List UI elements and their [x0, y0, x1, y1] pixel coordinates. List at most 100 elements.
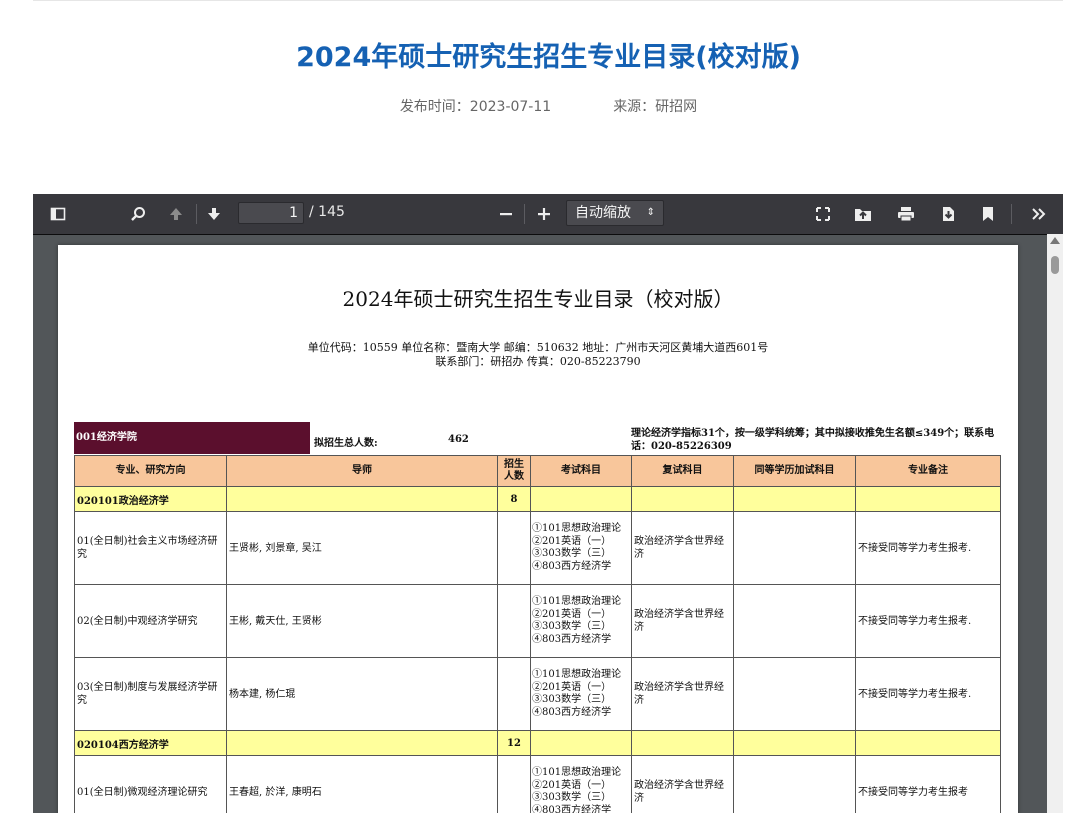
page-number-input[interactable]: 1	[238, 202, 304, 224]
exam-subject: ④803西方经济学	[532, 706, 612, 718]
enrollment-count: 8	[497, 486, 531, 512]
direction-row: 01(全日制)社会主义市场经济研究 王贤彬, 刘景章, 吴江 ①101思想政治理论 ②…	[74, 511, 1001, 585]
major-name: 020104西方经济学	[74, 730, 227, 756]
tutor-cell	[226, 730, 498, 756]
publish-time: 发布时间：2023-07-11	[399, 99, 552, 115]
vertical-scrollbar[interactable]	[1047, 234, 1063, 813]
exam-subject: ①101思想政治理论	[532, 523, 622, 534]
zoom-value: 自动缩放	[575, 205, 631, 221]
open-file-icon[interactable]	[850, 202, 876, 226]
program-remark: 不接受同等学力考生报考.	[855, 584, 1001, 658]
research-direction: 03(全日制)制度与发展经济学研究	[74, 657, 227, 731]
presentation-mode-icon[interactable]	[810, 202, 836, 226]
extra-exam-subject	[733, 584, 856, 658]
retest-subject: 政治经济学含世界经济	[631, 584, 734, 658]
exam-subject: ③303数学（三）	[532, 694, 612, 705]
research-direction: 02(全日制)中观经济学研究	[74, 584, 227, 658]
enrollment-count	[497, 584, 531, 658]
search-icon[interactable]	[125, 202, 151, 226]
tutors: 王贤彬, 刘景章, 吴江	[226, 511, 498, 585]
print-icon[interactable]	[893, 202, 919, 226]
pdf-page: 2024年硕士研究生招生专业目录（校对版） 单位代码：10559 单位名称：暨南…	[58, 245, 1018, 813]
article-source: 来源：研招网	[613, 99, 698, 115]
program-remark: 不接受同等学力考生报考.	[855, 511, 1001, 585]
exam-subject: ④803西方经济学	[532, 804, 612, 813]
scroll-thumb[interactable]	[1051, 256, 1059, 274]
retest-cell	[631, 486, 734, 512]
zoom-in-icon[interactable]	[531, 202, 557, 226]
retest-subject: 政治经济学含世界经济	[631, 657, 734, 731]
page-count: / 145	[309, 204, 345, 220]
extra-exam-subject	[733, 755, 856, 813]
enrollment-count	[497, 657, 531, 731]
exam-subject: ②201英语（一）	[532, 779, 612, 791]
exam-subjects: ①101思想政治理论 ②201英语（一） ③303数学（三） ④803西方经济学	[530, 511, 632, 585]
top-divider	[33, 0, 1063, 1]
toolbar-separator	[1011, 204, 1012, 224]
previous-page-icon[interactable]	[163, 202, 189, 226]
header-cell: 招生人数	[497, 455, 531, 487]
zoom-out-icon[interactable]	[493, 202, 519, 226]
exam-subject: ①101思想政治理论	[532, 669, 622, 680]
exam-subject: ③303数学（三）	[532, 792, 612, 803]
scroll-up-arrow-icon[interactable]	[1050, 237, 1060, 244]
enrollment-total-value: 462	[448, 434, 469, 445]
toolbar-separator	[524, 204, 525, 224]
tutors: 王彬, 戴天仕, 王贤彬	[226, 584, 498, 658]
zoom-select[interactable]: 自动缩放 ⇕	[566, 200, 664, 226]
exam-subject: ④803西方经济学	[532, 633, 612, 645]
header-cell: 导师	[226, 455, 498, 487]
extra-exam-subject	[733, 657, 856, 731]
retest-subject: 政治经济学含世界经济	[631, 755, 734, 813]
exam-subject: ④803西方经济学	[532, 560, 612, 572]
next-page-icon[interactable]	[201, 202, 227, 226]
research-direction: 01(全日制)微观经济理论研究	[74, 755, 227, 813]
tutor-cell	[226, 486, 498, 512]
exam-subjects: ①101思想政治理论 ②201英语（一） ③303数学（三） ④803西方经济学	[530, 657, 632, 731]
major-row: 020101政治经济学 8	[74, 486, 1001, 512]
major-name: 020101政治经济学	[74, 486, 227, 512]
document-title: 2024年硕士研究生招生专业目录（校对版）	[342, 287, 734, 311]
exam-subject: ②201英语（一）	[532, 608, 612, 620]
pdf-toolbar: 1 / 145 自动缩放 ⇕	[33, 194, 1063, 234]
exam-subjects: ①101思想政治理论 ②201英语（一） ③303数学（三） ④803西方经济学	[530, 584, 632, 658]
chevron-updown-icon: ⇕	[646, 207, 655, 218]
college-note: 理论经济学指标31个，按一级学科统筹；其中拟接收推免生名额≤349个；联系电话：…	[631, 428, 995, 452]
pdf-viewer: 1 / 145 自动缩放 ⇕ 2024年硕士研究生招生专业目录（校对版） 单位代…	[33, 194, 1063, 813]
article-title: 2024年硕士研究生招生专业目录(校对版)	[296, 42, 801, 73]
header-cell: 同等学历加试科目	[733, 455, 856, 487]
header-cell: 考试科目	[530, 455, 632, 487]
tutors: 杨本建, 杨仁琨	[226, 657, 498, 731]
bookmark-icon[interactable]	[975, 202, 1001, 226]
exam-subject: ②201英语（一）	[532, 681, 612, 693]
direction-row: 02(全日制)中观经济学研究 王彬, 戴天仕, 王贤彬 ①101思想政治理论 ②201…	[74, 584, 1001, 658]
exam-subject: ①101思想政治理论	[532, 596, 622, 607]
exam-subjects: ①101思想政治理论 ②201英语（一） ③303数学（三） ④803西方经济学	[530, 755, 632, 813]
college-label: 001经济学院	[74, 422, 310, 454]
toolbar-separator	[196, 204, 197, 224]
exam-subject: ①101思想政治理论	[532, 767, 622, 778]
table-header-row: 专业、研究方向 导师 招生人数 考试科目 复试科目 同等学历加试科目 专业备注	[74, 455, 1001, 487]
extra-exam-cell	[733, 486, 856, 512]
enrollment-count	[497, 755, 531, 813]
remark-cell	[855, 730, 1001, 756]
download-icon[interactable]	[935, 202, 961, 226]
article-meta: 发布时间：2023-07-11 来源：研招网	[0, 96, 1080, 116]
extra-exam-subject	[733, 511, 856, 585]
enrollment-total-label: 拟招生总人数:	[314, 438, 378, 449]
exam-cell	[530, 486, 632, 512]
retest-cell	[631, 730, 734, 756]
program-table: 专业、研究方向 导师 招生人数 考试科目 复试科目 同等学历加试科目 专业备注 …	[74, 455, 1001, 813]
header-cell: 专业备注	[855, 455, 1001, 487]
document-info: 单位代码：10559 单位名称：暨南大学 邮编：510632 地址：广州市天河区…	[58, 341, 1018, 369]
retest-subject: 政治经济学含世界经济	[631, 511, 734, 585]
header-cell: 复试科目	[631, 455, 734, 487]
exam-cell	[530, 730, 632, 756]
tools-icon[interactable]	[1026, 202, 1052, 226]
remark-cell	[855, 486, 1001, 512]
header-cell: 专业、研究方向	[74, 455, 227, 487]
enrollment-count	[497, 511, 531, 585]
document-info-line: 单位代码：10559 单位名称：暨南大学 邮编：510632 地址：广州市天河区…	[307, 341, 769, 354]
major-row: 020104西方经济学 12	[74, 730, 1001, 756]
sidebar-toggle-icon[interactable]	[45, 202, 71, 226]
